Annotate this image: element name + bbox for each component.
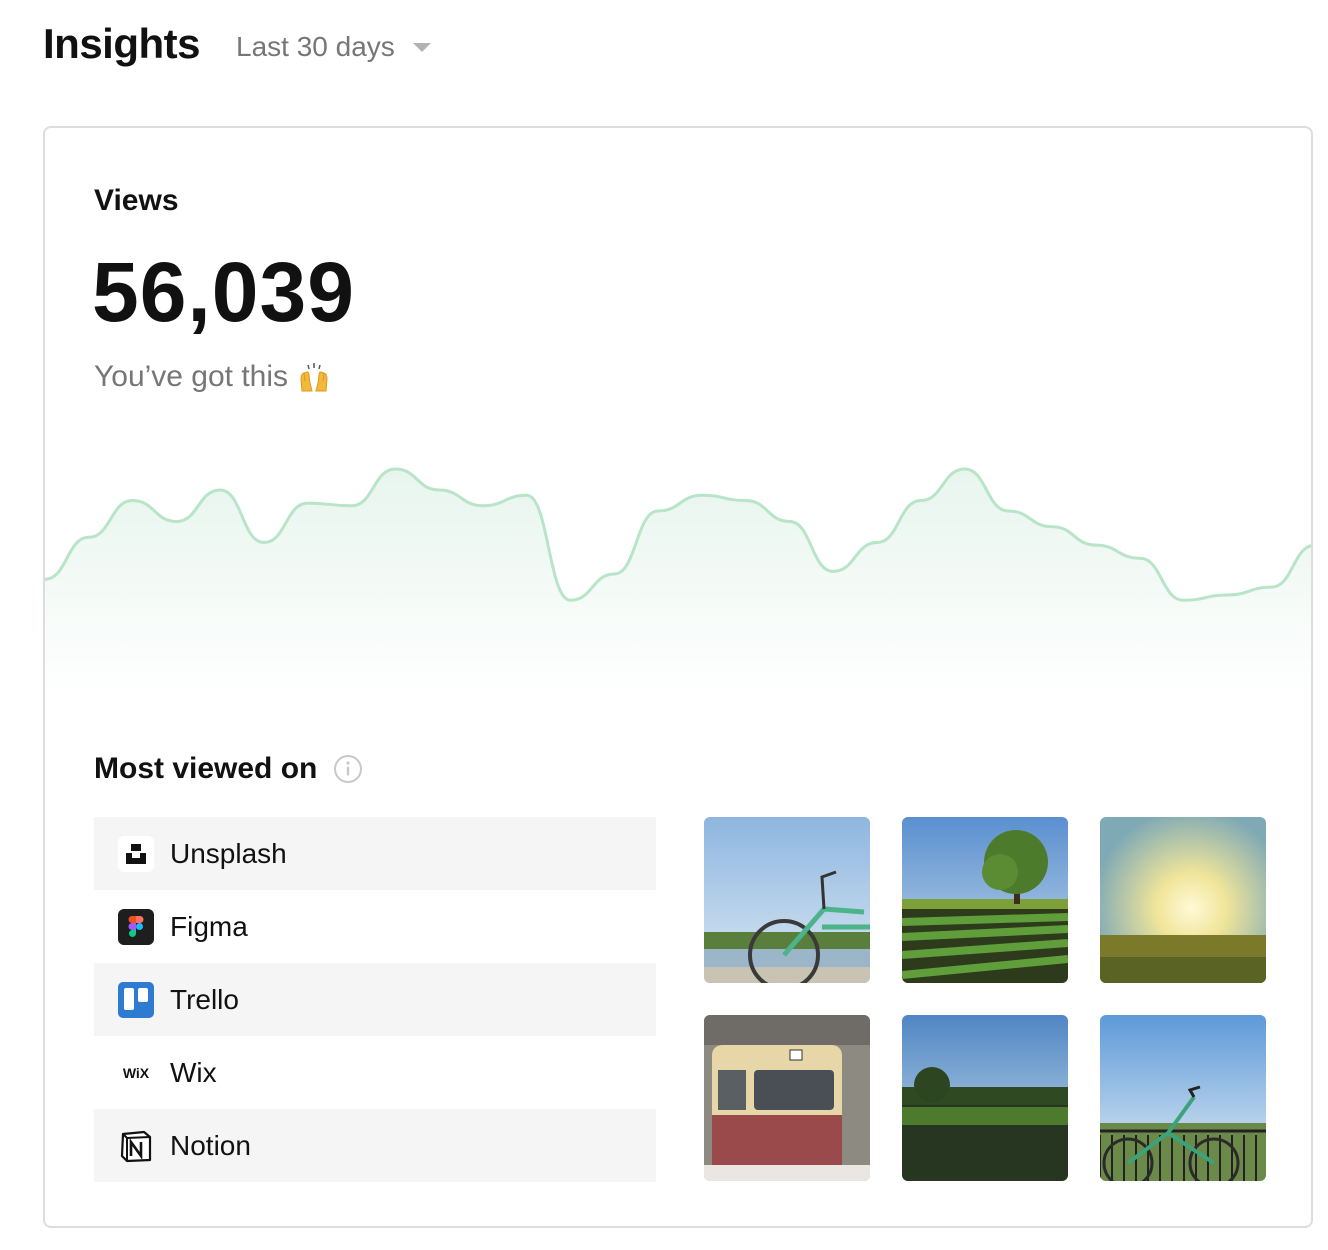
- app-row-trello[interactable]: Trello: [94, 963, 656, 1036]
- date-range-label: Last 30 days: [236, 31, 395, 62]
- date-range-dropdown[interactable]: Last 30 days: [236, 25, 431, 63]
- app-row-unsplash[interactable]: Unsplash: [94, 817, 656, 890]
- app-row-figma[interactable]: Figma: [94, 890, 656, 963]
- app-list: Unsplash Figma Trello WiX Wix Notion: [94, 817, 656, 1182]
- svg-text:WiX: WiX: [123, 1065, 150, 1081]
- tram-photo[interactable]: [704, 1015, 870, 1181]
- views-label: Views: [94, 184, 179, 217]
- tree-and-crop-field-photo[interactable]: [902, 817, 1068, 983]
- sunset-over-meadow-photo[interactable]: [1100, 817, 1266, 983]
- info-icon[interactable]: [333, 754, 363, 784]
- page-header: Insights Last 30 days: [43, 14, 431, 74]
- app-name: Wix: [170, 1056, 217, 1088]
- notion-icon: [118, 1128, 154, 1164]
- unsplash-icon: [118, 835, 154, 872]
- photo-grid: [704, 817, 1266, 1181]
- wix-icon: WiX: [118, 1055, 154, 1091]
- bicycle-by-lake-photo[interactable]: [704, 817, 870, 983]
- most-viewed-heading: Most viewed on: [94, 752, 363, 786]
- app-row-notion[interactable]: Notion: [94, 1109, 656, 1182]
- most-viewed-title: Most viewed on: [94, 752, 318, 785]
- bicycle-by-railing-photo[interactable]: [1100, 1015, 1266, 1181]
- insights-card: Views 56,039 You’ve got this Most viewed…: [43, 126, 1313, 1228]
- chevron-down-icon: [412, 42, 431, 52]
- app-name: Figma: [170, 910, 248, 942]
- views-area-chart: [45, 467, 1311, 698]
- app-name: Trello: [170, 983, 239, 1015]
- green-field-photo[interactable]: [902, 1015, 1068, 1181]
- app-row-wix[interactable]: WiX Wix: [94, 1036, 656, 1109]
- app-name: Notion: [170, 1129, 251, 1161]
- trello-icon: [118, 981, 154, 1018]
- views-subtitle: You’ve got this: [94, 360, 330, 394]
- views-count: 56,039: [92, 245, 355, 339]
- raising-hands-icon: [300, 363, 328, 392]
- views-subtitle-text: You’ve got this: [94, 360, 289, 393]
- app-name: Unsplash: [170, 837, 287, 869]
- page-title: Insights: [43, 20, 201, 67]
- figma-icon: [118, 908, 154, 945]
